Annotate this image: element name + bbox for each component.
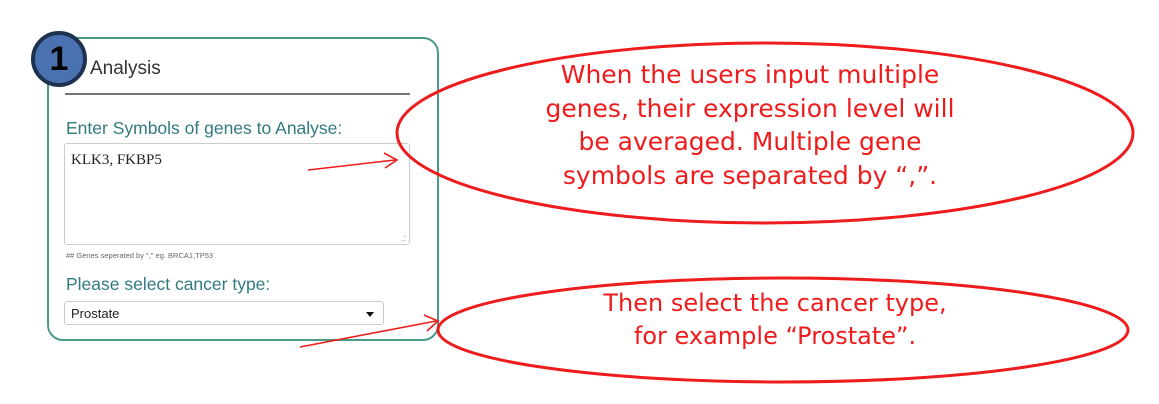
callout-2-line: for example “Prostate”. [633, 322, 917, 350]
callout-text-cancer: Then select the cancer type, for example… [540, 287, 1010, 353]
callout-1-line: When the users input multiple [560, 60, 940, 89]
arrow-line-genes [307, 159, 396, 171]
callout-text-genes: When the users input multiple genes, the… [515, 58, 985, 192]
callout-1-line: genes, their expression level will [545, 93, 955, 123]
callout-2-line: Then select the cancer type, [603, 289, 947, 317]
callout-1-line: symbols are separated by “,”. [562, 160, 938, 190]
step-number-badge: 1 [31, 31, 87, 87]
callout-1-line: be averaged. Multiple gene [578, 127, 922, 156]
arrow-line-cancer [299, 320, 437, 348]
